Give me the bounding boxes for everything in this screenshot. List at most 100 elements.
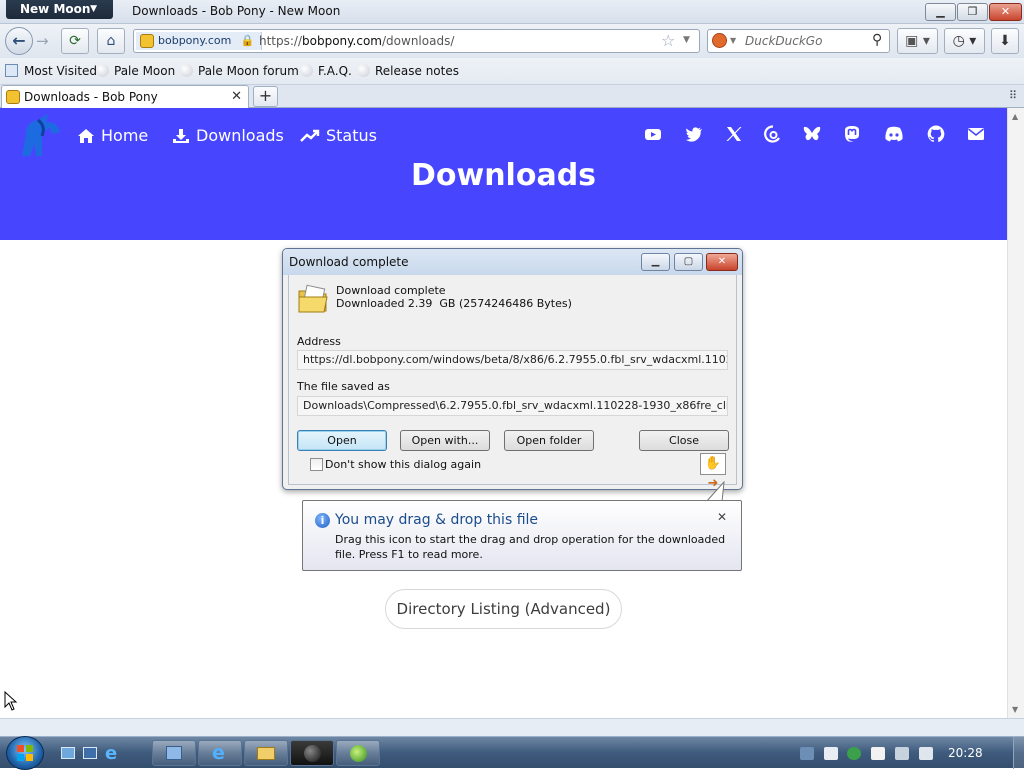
scroll-down-icon[interactable]: ▼ [1012, 705, 1018, 714]
reload-button[interactable]: ⟳ [61, 28, 89, 54]
downloads-button[interactable]: ⬇ [991, 28, 1019, 54]
nav-downloads-label: Downloads [196, 126, 284, 145]
restore-button[interactable]: ❐ [957, 3, 988, 21]
tab-favicon-icon [6, 90, 20, 104]
directory-listing-button[interactable]: Directory Listing (Advanced) [385, 589, 622, 629]
taskbar: e e 20:28 [0, 736, 1024, 770]
taskbar-item-explorer[interactable] [244, 740, 288, 766]
bookmark-star-icon[interactable]: ☆ [661, 31, 675, 50]
bookmark-most-visited[interactable]: Most Visited [5, 64, 97, 78]
tab-downloads[interactable]: Downloads - Bob Pony ✕ [1, 85, 249, 108]
bookmark-faq[interactable]: F.A.Q. [300, 64, 352, 78]
switch-windows-icon[interactable] [83, 747, 97, 759]
dialog-close-button[interactable]: ✕ [706, 253, 738, 271]
forward-button[interactable]: → [36, 32, 49, 50]
tooltip-close-icon[interactable]: ✕ [717, 510, 727, 524]
search-icon[interactable]: ⚲ [872, 32, 882, 48]
ie-quicklaunch-icon[interactable]: e [105, 743, 117, 764]
address-field[interactable]: https://dl.bobpony.com/windows/beta/8/x8… [297, 350, 728, 370]
dialog-maximize-button[interactable]: ▢ [674, 253, 703, 271]
open-with-button[interactable]: Open with... [400, 430, 490, 451]
taskbar-item-new-moon[interactable] [290, 740, 334, 766]
search-bar[interactable]: ▼ DuckDuckGo ⚲ [707, 29, 890, 53]
dialog-minimize-button[interactable]: ▁ [641, 253, 670, 271]
lock-icon: 🔒 [240, 34, 255, 47]
url-text[interactable]: https://bobpony.com/downloads/ [259, 34, 454, 48]
taskbar-item-download-manager[interactable] [336, 740, 380, 766]
trend-up-icon [300, 129, 320, 142]
start-button[interactable] [6, 736, 44, 770]
folder-icon [257, 747, 275, 760]
dialog-titlebar[interactable]: Download complete ▁ ▢ ✕ [283, 249, 742, 275]
open-folder-button[interactable]: Open folder [504, 430, 594, 451]
url-dropdown-icon[interactable]: ▼ [683, 35, 690, 45]
tab-close-icon[interactable]: ✕ [231, 89, 242, 104]
display-tray-icon[interactable] [895, 747, 909, 760]
browser-status-bar [0, 718, 1024, 736]
security-tray-icon[interactable] [847, 747, 861, 760]
twitter-icon[interactable] [685, 125, 703, 143]
dialog-heading: Download complete [336, 284, 446, 297]
nav-status[interactable]: Status [300, 126, 377, 145]
email-icon[interactable] [967, 125, 985, 143]
home-button[interactable]: ⌂ [97, 28, 125, 54]
show-desktop-icon[interactable] [61, 747, 75, 759]
open-button[interactable]: Open [297, 430, 387, 451]
plus-icon: + [258, 86, 273, 105]
minimize-button[interactable]: ▁ [925, 3, 956, 21]
app-menu-label: New Moon [20, 2, 91, 16]
threads-icon[interactable] [764, 125, 782, 143]
info-icon: i [315, 513, 330, 528]
discord-icon[interactable] [884, 125, 904, 143]
bookmarks-icon: ▣ ▾ [905, 33, 930, 49]
document-tray-icon[interactable] [824, 747, 838, 760]
show-desktop-button[interactable] [1013, 737, 1024, 769]
bookmark-pale-moon-forum[interactable]: Pale Moon forum [180, 64, 299, 78]
taskbar-item-control-panel[interactable] [152, 740, 196, 766]
github-icon[interactable] [927, 125, 945, 143]
dont-show-label[interactable]: Don't show this dialog again [325, 458, 481, 471]
bookmark-pale-moon[interactable]: Pale Moon [96, 64, 175, 78]
mastodon-icon[interactable] [843, 125, 861, 143]
download-size-text: Downloaded 2.39 GB (2574246486 Bytes) [336, 297, 572, 310]
saved-as-field[interactable]: Downloads\Compressed\6.2.7955.0.fbl_srv_… [297, 396, 728, 416]
search-input[interactable]: DuckDuckGo [745, 34, 822, 48]
new-tab-button[interactable]: + [253, 86, 278, 107]
tooltip-title: You may drag & drop this file [335, 512, 539, 528]
url-bar[interactable]: bobpony.com 🔒 https://bobpony.com/downlo… [133, 29, 700, 53]
app-menu-button[interactable]: New Moon ▼ [6, 0, 113, 19]
close-dialog-button[interactable]: Close [639, 430, 729, 451]
search-engine-dropdown-icon[interactable]: ▼ [730, 36, 736, 45]
windows-logo-icon [17, 745, 33, 761]
download-complete-dialog: Download complete ▁ ▢ ✕ Download complet… [282, 248, 743, 491]
saved-as-label: The file saved as [297, 380, 390, 393]
network-tray-icon[interactable] [800, 747, 814, 760]
duckduckgo-icon[interactable] [712, 33, 727, 48]
site-identity-box[interactable]: bobpony.com 🔒 [136, 32, 262, 50]
bob-pony-logo-icon[interactable] [12, 112, 64, 162]
tab-list-icon[interactable]: ⠿ [1009, 89, 1017, 102]
bookmarks-toolbar: Most Visited Pale Moon Pale Moon forum F… [0, 58, 1024, 85]
bookmark-release-notes[interactable]: Release notes [357, 64, 459, 78]
history-button[interactable]: ◷ ▾ [944, 28, 985, 54]
action-center-flag-icon[interactable] [871, 747, 885, 760]
nav-home[interactable]: Home [77, 126, 148, 145]
back-arrow-icon: ← [12, 31, 26, 50]
x-icon[interactable] [725, 125, 743, 143]
tab-strip: Downloads - Bob Pony ✕ + ⠿ [0, 85, 1024, 108]
close-button[interactable]: ✕ [989, 3, 1022, 21]
drag-drop-tooltip: i You may drag & drop this file ✕ Drag t… [302, 500, 742, 571]
home-icon: ⌂ [106, 33, 116, 49]
nav-downloads[interactable]: Downloads [172, 126, 284, 145]
drag-handle-icon[interactable]: ✋➜ [700, 453, 726, 491]
bluesky-icon[interactable] [803, 125, 821, 143]
taskbar-item-internet-explorer[interactable]: e [198, 740, 242, 766]
volume-muted-icon[interactable] [919, 747, 933, 760]
dont-show-checkbox[interactable] [310, 458, 323, 471]
page-scrollbar[interactable]: ▲ ▼ [1007, 108, 1024, 718]
taskbar-clock[interactable]: 20:28 [948, 746, 983, 760]
back-button[interactable]: ← [5, 27, 33, 55]
youtube-icon[interactable] [644, 125, 662, 143]
scroll-up-icon[interactable]: ▲ [1012, 112, 1018, 121]
bookmarks-menu-button[interactable]: ▣ ▾ [897, 28, 938, 54]
